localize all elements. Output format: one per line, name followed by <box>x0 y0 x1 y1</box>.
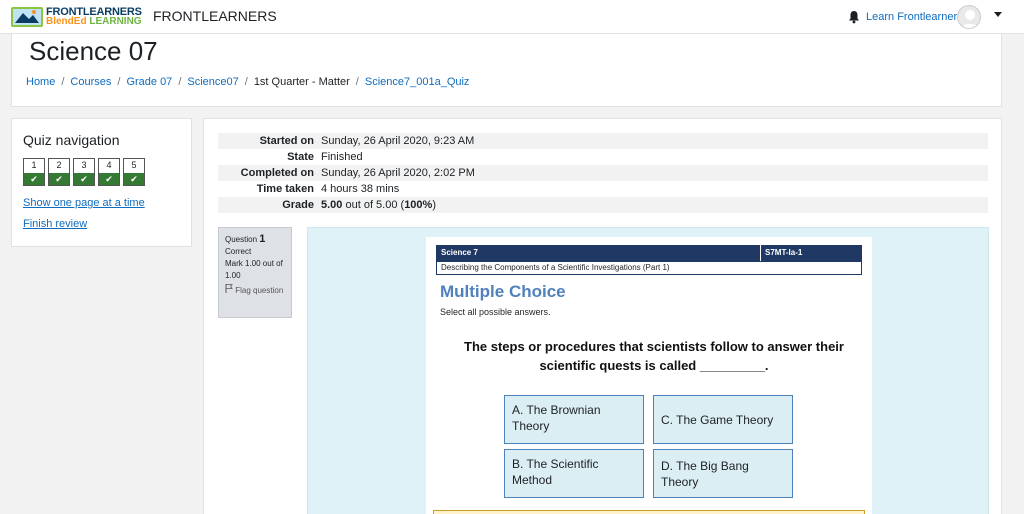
finish-review-link[interactable]: Finish review <box>23 218 87 230</box>
question-button-4[interactable]: 4 ✔ <box>98 158 120 186</box>
quiz-review-main: Started on Sunday, 26 April 2020, 9:23 A… <box>203 118 1002 514</box>
worksheet-header: Science 7 S7MT-Ia-1 <box>436 245 862 261</box>
question-mark: Mark 1.00 out of 1.00 <box>225 259 283 280</box>
question-button-5[interactable]: 5 ✔ <box>123 158 145 186</box>
breadcrumb-quiz[interactable]: Science7_001a_Quiz <box>365 76 470 88</box>
worksheet-image: Science 7 S7MT-Ia-1 Describing the Compo… <box>426 237 872 514</box>
breadcrumb-home[interactable]: Home <box>26 76 55 88</box>
summary-value: Sunday, 26 April 2020, 9:23 AM <box>321 135 475 147</box>
quiz-navigation-title: Quiz navigation <box>23 132 120 148</box>
summary-value: Sunday, 26 April 2020, 2:02 PM <box>321 167 475 179</box>
question-button-1[interactable]: 1 ✔ <box>23 158 45 186</box>
quiz-navigation-block: Quiz navigation 1 ✔ 2 ✔ 3 ✔ 4 ✔ 5 ✔ Show one … <box>11 118 192 247</box>
question-buttons: 1 ✔ 2 ✔ 3 ✔ 4 ✔ 5 ✔ <box>23 158 145 186</box>
site-logo[interactable]: FRONTLEARNERS BlendEd LEARNING <box>11 5 142 29</box>
question-button-2[interactable]: 2 ✔ <box>48 158 70 186</box>
summary-row: Time taken 4 hours 38 mins <box>218 181 988 197</box>
question-number: 2 <box>56 160 62 170</box>
worksheet-section-title: Multiple Choice <box>440 282 566 301</box>
option-b: B. The Scientific Method <box>504 449 644 498</box>
breadcrumb-course[interactable]: Science07 <box>187 76 238 88</box>
question-number: 5 <box>131 160 137 170</box>
grade-score: 5.00 <box>321 199 343 211</box>
show-one-page-link[interactable]: Show one page at a time <box>23 197 145 209</box>
summary-key: State <box>287 151 314 163</box>
summary-key: Completed on <box>240 167 314 179</box>
question-number-value: 1 <box>259 233 266 245</box>
summary-row: State Finished <box>218 149 988 165</box>
top-navbar: FRONTLEARNERS BlendEd LEARNING FRONTLEAR… <box>0 0 1024 34</box>
question-label: Question <box>225 235 258 244</box>
logo-line2: BlendEd LEARNING <box>46 17 142 27</box>
grade-end: ) <box>432 199 436 211</box>
grade-mid: out of 5.00 ( <box>342 199 405 211</box>
worksheet-instruction: Select all possible answers. <box>440 307 551 317</box>
logo-line2b: LEARNING <box>86 16 142 27</box>
attempt-summary-table: Started on Sunday, 26 April 2020, 9:23 A… <box>218 133 988 213</box>
worksheet-code: S7MT-Ia-1 <box>760 245 862 261</box>
summary-value: Finished <box>321 151 363 163</box>
page-header: Science 07 Home / Courses / Grade 07 / S… <box>11 34 1002 107</box>
logo-line2a: BlendEd <box>46 16 87 27</box>
check-icon: ✔ <box>74 173 94 185</box>
question-stem: The steps or procedures that scientists … <box>464 339 844 373</box>
breadcrumb-grade[interactable]: Grade 07 <box>126 76 172 88</box>
check-icon: ✔ <box>99 173 119 185</box>
flag-question-label: Flag question <box>235 286 284 295</box>
option-c: C. The Game Theory <box>653 395 793 444</box>
check-icon: ✔ <box>24 173 44 185</box>
page-title: Science 07 <box>29 36 158 66</box>
grade-percent: 100% <box>404 199 433 211</box>
breadcrumb-courses[interactable]: Courses <box>70 76 111 88</box>
summary-key: Started on <box>259 135 314 147</box>
logo-icon <box>11 5 43 29</box>
worksheet-lesson: Describing the Components of a Scientifi… <box>436 261 862 275</box>
chevron-down-icon[interactable] <box>994 12 1002 17</box>
breadcrumb-section: 1st Quarter - Matter <box>253 76 350 88</box>
summary-row: Started on Sunday, 26 April 2020, 9:23 A… <box>218 133 988 149</box>
question-info-panel: Question 1 Correct Mark 1.00 out of 1.00… <box>218 227 292 318</box>
flag-question-link[interactable]: Flag question <box>225 284 285 297</box>
grade-value: 5.00 out of 5.00 (100%) <box>321 199 988 211</box>
question-number: 1 <box>31 160 37 170</box>
question-button-3[interactable]: 3 ✔ <box>73 158 95 186</box>
user-name-link[interactable]: Learn Frontlearners <box>866 11 963 23</box>
summary-value: 4 hours 38 mins <box>321 183 400 195</box>
summary-row: Completed on Sunday, 26 April 2020, 2:02… <box>218 165 988 181</box>
option-d: D. The Big Bang Theory <box>653 449 793 498</box>
check-icon: ✔ <box>124 173 144 185</box>
breadcrumb: Home / Courses / Grade 07 / Science07 / … <box>26 76 470 88</box>
flag-icon <box>225 284 235 295</box>
summary-key: Time taken <box>256 183 314 195</box>
question-number: 4 <box>106 160 112 170</box>
worksheet-answer-strip <box>433 510 865 514</box>
bell-icon[interactable] <box>847 10 861 24</box>
user-avatar[interactable] <box>957 5 981 29</box>
summary-key: Grade <box>282 199 314 211</box>
site-name[interactable]: FRONTLEARNERS <box>153 8 277 24</box>
worksheet-subject: Science 7 <box>441 248 478 257</box>
question-state: Correct <box>225 247 252 256</box>
question-number: 3 <box>81 160 87 170</box>
check-icon: ✔ <box>49 173 69 185</box>
summary-row-grade: Grade 5.00 out of 5.00 (100%) <box>218 197 988 213</box>
question-content: Science 7 S7MT-Ia-1 Describing the Compo… <box>307 227 989 514</box>
option-a: A. The Brownian Theory <box>504 395 644 444</box>
question-number-label: Question 1 <box>225 233 285 246</box>
